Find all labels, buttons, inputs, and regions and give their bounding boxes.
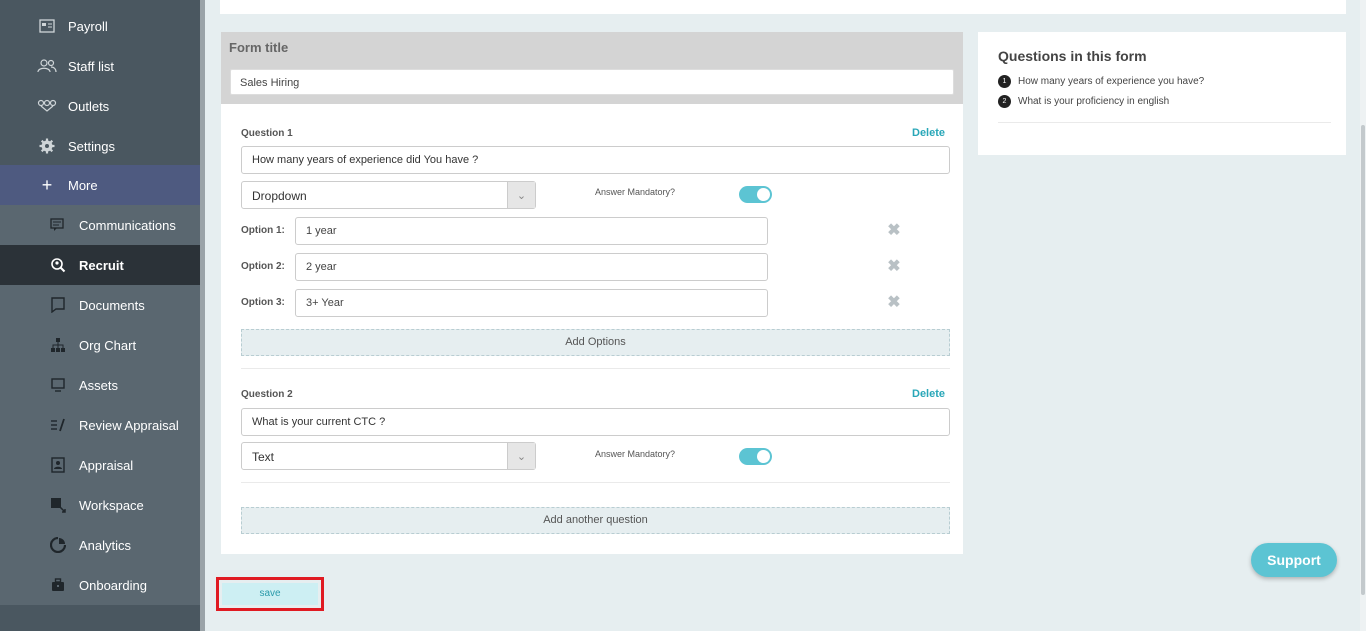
form-title-section: Form title Sales Hiring — [221, 32, 963, 104]
top-card — [220, 0, 1346, 14]
sidebar-item-label: Review Appraisal — [79, 417, 179, 433]
sidebar-item-label: Recruit — [79, 257, 124, 273]
question-1-mandatory-label: Answer Mandatory? — [595, 187, 676, 197]
sidebar-item-review-appraisal[interactable]: Review Appraisal — [0, 405, 200, 445]
sidebar-item-label: Onboarding — [79, 577, 147, 593]
questions-panel: Questions in this form 1 How many years … — [978, 32, 1346, 155]
sidebar-item-label: Payroll — [68, 18, 108, 34]
sidebar-item-analytics[interactable]: Analytics — [0, 525, 200, 565]
sidebar-item-settings[interactable]: Settings — [0, 126, 200, 166]
scrollbar[interactable] — [1360, 0, 1366, 631]
questions-panel-item[interactable]: 2 What is your proficiency in english — [998, 95, 1169, 108]
toggle-knob — [757, 188, 770, 201]
option-2-input[interactable]: 2 year — [295, 253, 768, 281]
sidebar-item-communications[interactable]: Communications — [0, 205, 200, 245]
chevron-down-icon: ⌄ — [507, 443, 535, 469]
sidebar-divider — [200, 0, 205, 631]
support-button[interactable]: Support — [1251, 543, 1337, 577]
outlets-icon — [36, 97, 58, 115]
sidebar-item-onboarding[interactable]: Onboarding — [0, 565, 200, 605]
number-badge: 1 — [998, 75, 1011, 88]
number-badge: 2 — [998, 95, 1011, 108]
sidebar-item-assets[interactable]: Assets — [0, 365, 200, 405]
document-icon — [47, 296, 69, 314]
sidebar-item-label: Staff list — [68, 58, 115, 74]
sidebar-item-label: Analytics — [79, 537, 132, 553]
sidebar-item-payroll[interactable]: Payroll — [0, 6, 200, 46]
review-icon — [47, 416, 69, 434]
remove-option-2-icon[interactable]: ✖ — [886, 259, 902, 275]
question-1-label: Question 1 — [241, 128, 293, 139]
search-icon — [47, 256, 69, 274]
gear-icon — [36, 137, 58, 155]
question-1-type-select[interactable]: Dropdown ⌄ — [241, 181, 536, 209]
option-3-input[interactable]: 3+ Year — [295, 289, 768, 317]
form-title-input[interactable]: Sales Hiring — [230, 69, 954, 95]
people-icon — [36, 57, 58, 75]
chevron-down-icon: ⌄ — [507, 182, 535, 208]
question-1-type-value: Dropdown — [252, 189, 307, 203]
sidebar: Payroll Staff list Outlets Settings + Mo… — [0, 0, 200, 631]
divider — [241, 482, 950, 483]
sidebar-item-more[interactable]: + More — [0, 165, 200, 205]
sidebar-item-label: Workspace — [79, 497, 144, 513]
workspace-icon — [47, 496, 69, 514]
divider — [998, 122, 1331, 123]
toggle-knob — [757, 450, 770, 463]
form-card: Form title Sales Hiring Question 1 Delet… — [221, 32, 963, 554]
sidebar-item-label: Appraisal — [79, 457, 134, 473]
question-2-input[interactable]: What is your current CTC ? — [241, 408, 950, 436]
form-title-label: Form title — [229, 40, 289, 55]
sidebar-item-org-chart[interactable]: Org Chart — [0, 325, 200, 365]
sidebar-item-label: Assets — [79, 377, 119, 393]
question-2-mandatory-label: Answer Mandatory? — [595, 449, 676, 459]
org-chart-icon — [47, 336, 69, 354]
question-2-delete-button[interactable]: Delete — [912, 388, 945, 400]
question-2-type-value: Text — [252, 450, 275, 464]
remove-option-1-icon[interactable]: ✖ — [886, 223, 902, 239]
sidebar-item-workspace[interactable]: Workspace — [0, 485, 200, 525]
questions-panel-title: Questions in this form — [998, 48, 1147, 64]
divider — [241, 368, 950, 369]
briefcase-icon — [47, 576, 69, 594]
sidebar-item-label: Outlets — [68, 98, 110, 114]
questions-panel-item-text: What is your proficiency in english — [1018, 96, 1170, 107]
sidebar-item-recruit[interactable]: Recruit — [0, 245, 200, 285]
sidebar-item-appraisal[interactable]: Appraisal — [0, 445, 200, 485]
remove-option-3-icon[interactable]: ✖ — [886, 295, 902, 311]
question-1-input[interactable]: How many years of experience did You hav… — [241, 146, 950, 174]
option-1-input[interactable]: 1 year — [295, 217, 768, 245]
questions-panel-item[interactable]: 1 How many years of experience you have? — [998, 75, 1204, 88]
question-2-type-select[interactable]: Text ⌄ — [241, 442, 536, 470]
sidebar-item-label: Org Chart — [79, 337, 137, 353]
option-3-label: Option 3: — [241, 297, 285, 308]
save-button[interactable]: save — [222, 583, 318, 605]
question-1-delete-button[interactable]: Delete — [912, 127, 945, 139]
sidebar-item-documents[interactable]: Documents — [0, 285, 200, 325]
question-2-label: Question 2 — [241, 389, 293, 400]
option-1-label: Option 1: — [241, 225, 285, 236]
sidebar-item-staff-list[interactable]: Staff list — [0, 46, 200, 86]
questions-panel-item-text: How many years of experience you have? — [1018, 76, 1205, 87]
sidebar-item-label: Settings — [68, 138, 115, 154]
option-2-label: Option 2: — [241, 261, 285, 272]
sidebar-item-label: More — [68, 177, 98, 193]
analytics-icon — [47, 536, 69, 554]
question-1-mandatory-toggle[interactable] — [739, 186, 772, 203]
add-options-button[interactable]: Add Options — [241, 329, 950, 356]
monitor-icon — [47, 376, 69, 394]
appraisal-icon — [47, 456, 69, 474]
add-question-button[interactable]: Add another question — [241, 507, 950, 534]
plus-icon: + — [41, 174, 53, 195]
sidebar-item-label: Communications — [79, 217, 176, 233]
scrollbar-thumb[interactable] — [1361, 125, 1365, 595]
question-2-mandatory-toggle[interactable] — [739, 448, 772, 465]
payroll-icon — [36, 17, 58, 35]
sidebar-item-label: Documents — [79, 297, 145, 313]
save-highlight: save — [216, 577, 324, 611]
chat-icon — [47, 216, 69, 234]
sidebar-item-outlets[interactable]: Outlets — [0, 86, 200, 126]
